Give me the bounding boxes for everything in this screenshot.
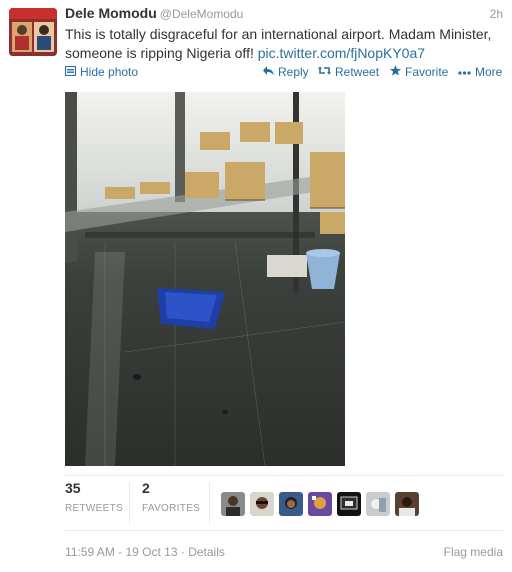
favoriter-avatar[interactable]	[366, 492, 390, 516]
favorites-stat[interactable]: 2 FAVORITES	[142, 480, 200, 514]
tweet-stats: 35 RETWEETS 2 FAVORITES	[65, 480, 505, 527]
more-label: More	[475, 65, 503, 79]
retweets-label: RETWEETS	[65, 503, 123, 514]
author-name[interactable]: Dele Momodu	[65, 5, 157, 21]
stat-separator	[209, 482, 210, 524]
favoriter-avatar[interactable]	[221, 492, 245, 516]
retweets-stat[interactable]: 35 RETWEETS	[65, 480, 123, 514]
tweet-footer: 11:59 AM - 19 Oct 13 · Details Flag medi…	[65, 545, 503, 559]
favorite-label: Favorite	[405, 65, 449, 79]
ellipsis-icon	[458, 66, 471, 78]
favoriter-avatar[interactable]	[250, 492, 274, 516]
footer-separator: ·	[177, 545, 189, 559]
stat-separator	[129, 482, 130, 524]
favoriters-avatars	[221, 492, 419, 516]
flag-media-link[interactable]: Flag media	[444, 545, 503, 559]
tweet-timestamp: 11:59 AM - 19 Oct 13	[65, 545, 178, 559]
hide-photo-label: Hide photo	[80, 65, 139, 79]
tweet-actions: Hide photo Reply Retweet Favorite More	[64, 65, 503, 81]
favoriter-avatar[interactable]	[395, 492, 419, 516]
avatar[interactable]	[9, 8, 57, 56]
favoriter-avatar[interactable]	[279, 492, 303, 516]
favorites-label: FAVORITES	[142, 503, 201, 514]
tweet-time[interactable]: 2h	[490, 7, 503, 21]
favorites-count: 2	[142, 480, 150, 496]
details-link[interactable]: Details	[188, 545, 225, 559]
retweet-icon	[318, 66, 331, 78]
airport-floor-photo	[65, 92, 345, 466]
tweet-photo[interactable]	[65, 92, 345, 466]
divider-bottom	[65, 530, 503, 531]
tweet-text: This is totally disgraceful for an inter…	[65, 25, 505, 63]
avatar-image	[9, 8, 57, 56]
divider-top	[65, 475, 503, 476]
favoriter-avatar[interactable]	[308, 492, 332, 516]
tweet-header: Dele Momodu @DeleMomodu 2h	[65, 5, 503, 25]
favoriter-avatar[interactable]	[337, 492, 361, 516]
tweet-media-link[interactable]: pic.twitter.com/fjNopKY0a7	[258, 45, 425, 61]
favorite-button[interactable]: Favorite	[390, 65, 448, 79]
reply-arrow-icon	[263, 66, 274, 78]
hide-photo-button[interactable]: Hide photo	[64, 65, 139, 79]
author-handle[interactable]: @DeleMomodu	[160, 7, 244, 21]
star-icon	[390, 65, 401, 79]
photo-icon	[64, 65, 77, 79]
retweet-button[interactable]: Retweet	[318, 65, 379, 79]
reply-button[interactable]: Reply	[263, 65, 309, 79]
retweet-label: Retweet	[335, 65, 380, 79]
more-button[interactable]: More	[458, 65, 502, 79]
retweets-count: 35	[65, 480, 81, 496]
reply-label: Reply	[278, 65, 309, 79]
